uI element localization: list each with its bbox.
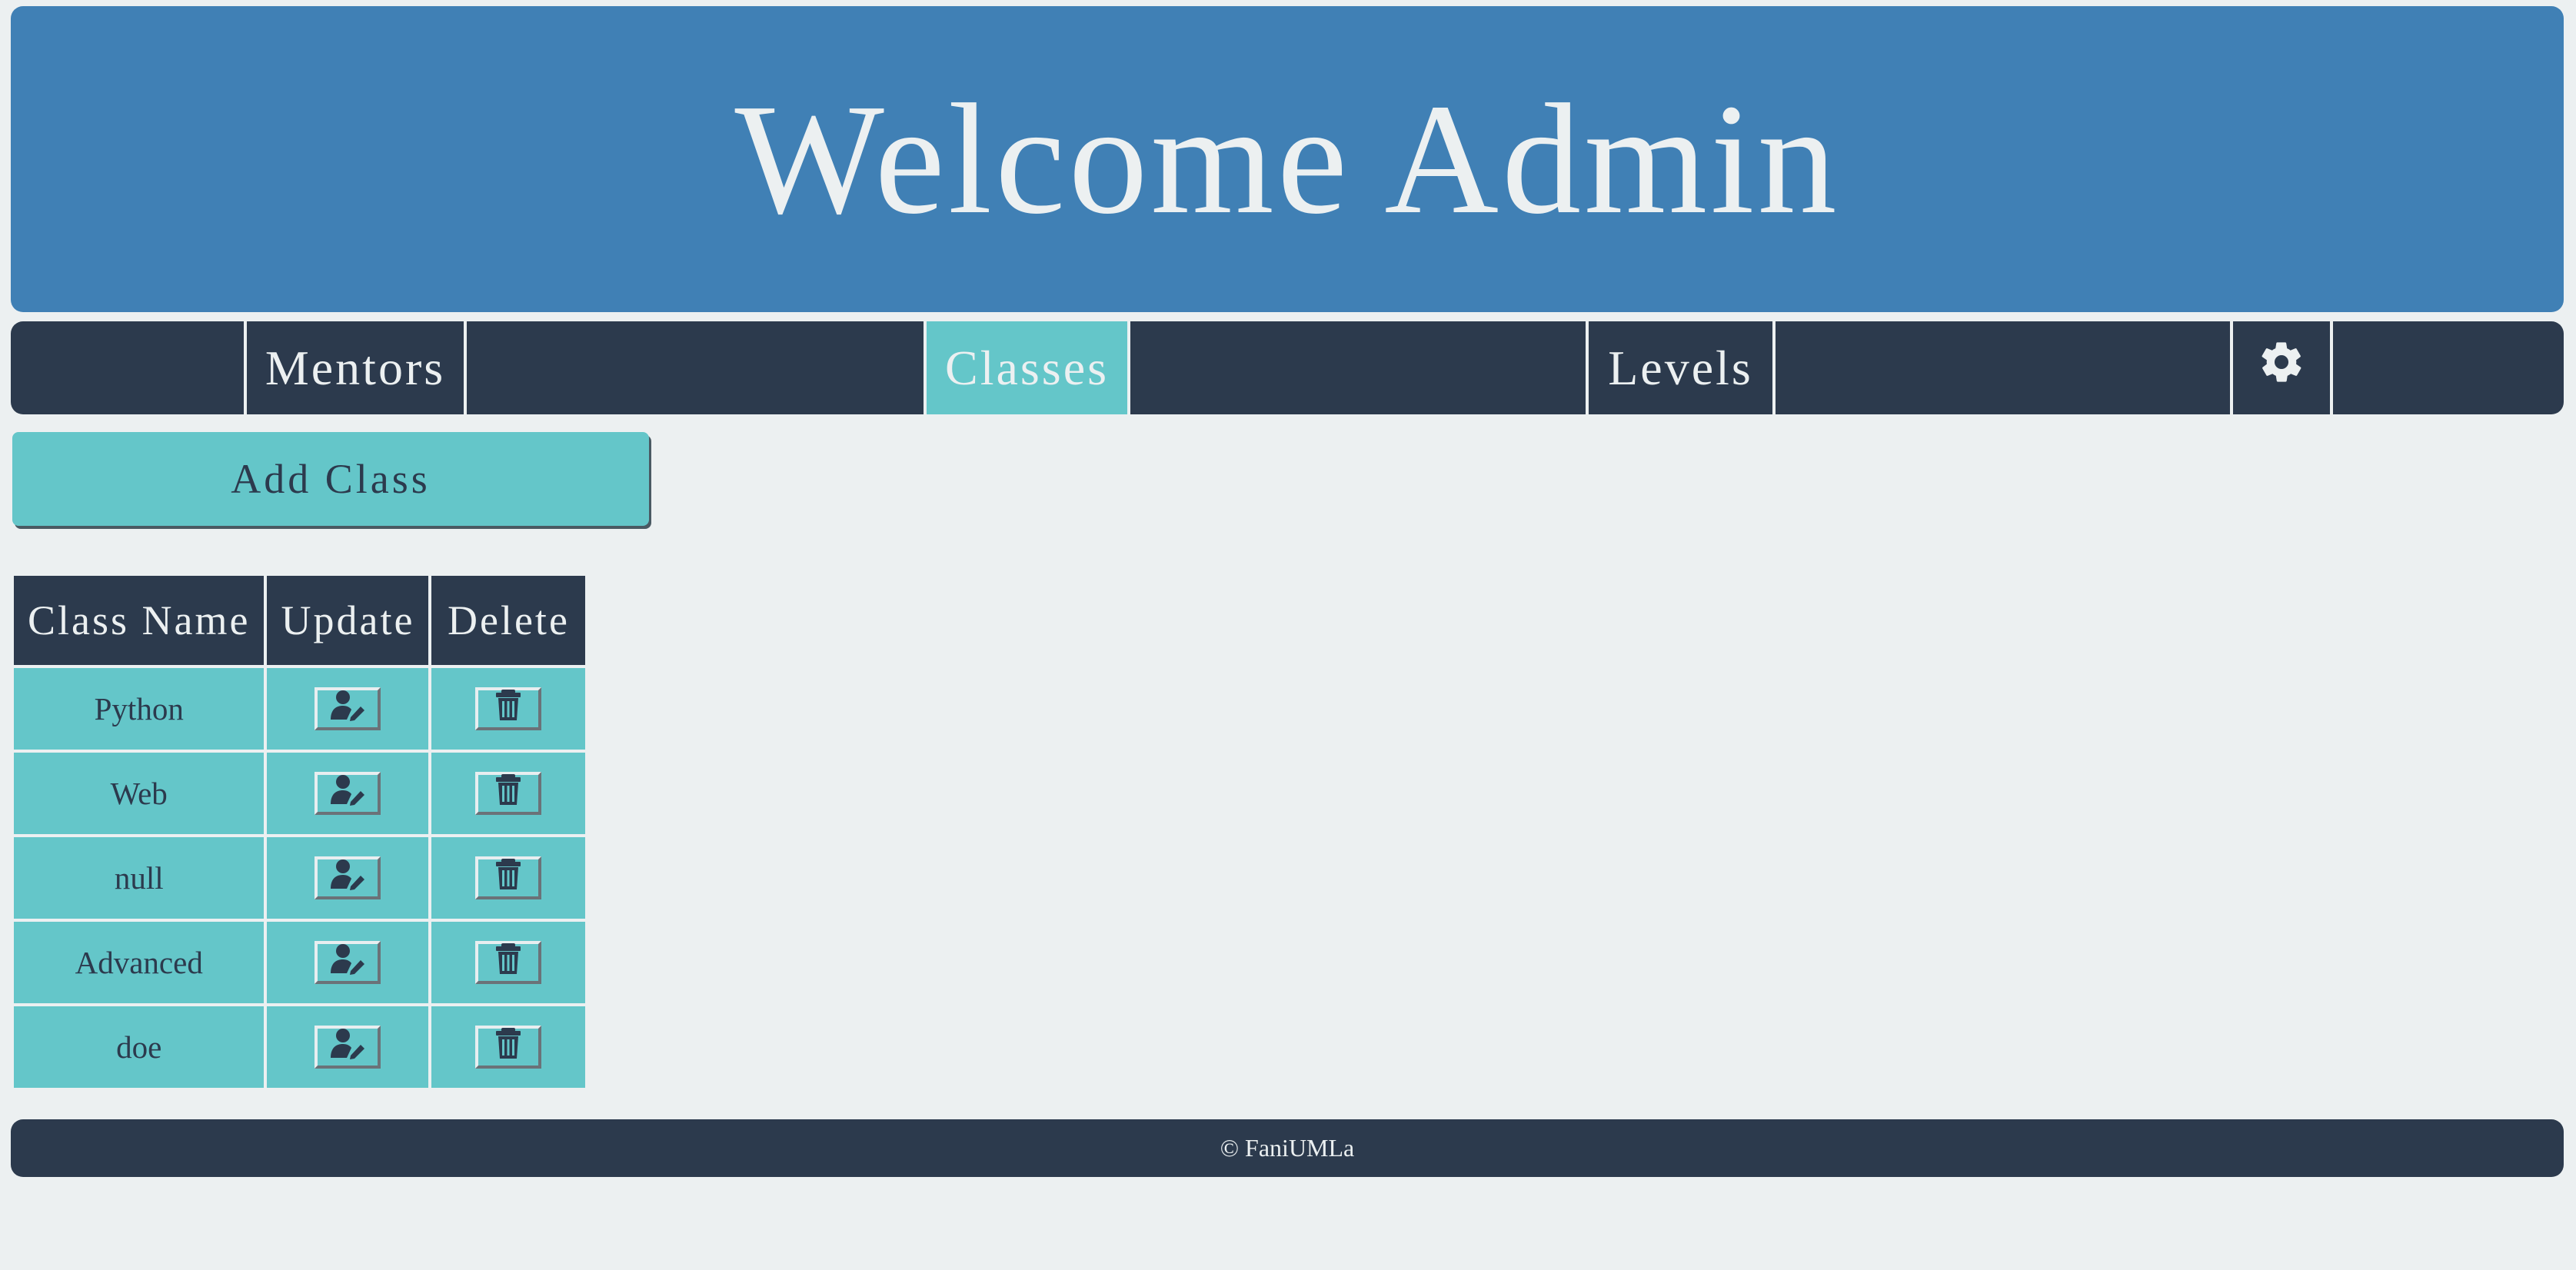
user-edit-icon bbox=[330, 943, 365, 982]
table-header-row: Class Name Update Delete bbox=[14, 576, 586, 665]
trash-icon bbox=[491, 773, 526, 813]
nav-item-levels[interactable]: Levels bbox=[1586, 321, 1776, 414]
update-button[interactable] bbox=[315, 941, 381, 985]
update-button[interactable] bbox=[315, 687, 381, 731]
column-header-delete: Delete bbox=[431, 576, 586, 665]
table-row: doe bbox=[14, 1006, 586, 1088]
settings-button[interactable] bbox=[2230, 321, 2333, 414]
delete-button[interactable] bbox=[475, 941, 542, 985]
update-cell bbox=[267, 668, 429, 750]
update-cell bbox=[267, 922, 429, 1003]
nav-item-mentors[interactable]: Mentors bbox=[244, 321, 467, 414]
delete-cell bbox=[431, 753, 586, 834]
update-button[interactable] bbox=[315, 856, 381, 900]
classes-table: Class Name Update Delete Python Web null… bbox=[11, 573, 588, 1091]
user-edit-icon bbox=[330, 689, 365, 729]
nav-bar: Mentors Classes Levels bbox=[11, 321, 2564, 414]
page-title: Welcome Admin bbox=[734, 71, 1840, 247]
nav-item-classes[interactable]: Classes bbox=[924, 321, 1130, 414]
footer: © FaniUMLa bbox=[11, 1119, 2564, 1177]
delete-cell bbox=[431, 922, 586, 1003]
footer-copyright: © FaniUMLa bbox=[1220, 1134, 1355, 1162]
delete-cell bbox=[431, 837, 586, 919]
user-edit-icon bbox=[330, 858, 365, 898]
table-row: Advanced bbox=[14, 922, 586, 1003]
user-edit-icon bbox=[330, 1027, 365, 1067]
table-row: Python bbox=[14, 668, 586, 750]
delete-button[interactable] bbox=[475, 1026, 542, 1069]
trash-icon bbox=[491, 858, 526, 898]
update-cell bbox=[267, 753, 429, 834]
table-row: Web bbox=[14, 753, 586, 834]
class-name-cell: Advanced bbox=[14, 922, 265, 1003]
add-class-button[interactable]: Add Class bbox=[12, 432, 649, 526]
header-banner: Welcome Admin bbox=[11, 6, 2564, 312]
trash-icon bbox=[491, 1027, 526, 1067]
delete-cell bbox=[431, 1006, 586, 1088]
gear-icon bbox=[2258, 338, 2305, 398]
class-name-cell: Python bbox=[14, 668, 265, 750]
class-name-cell: null bbox=[14, 837, 265, 919]
user-edit-icon bbox=[330, 773, 365, 813]
trash-icon bbox=[491, 943, 526, 982]
class-name-cell: doe bbox=[14, 1006, 265, 1088]
trash-icon bbox=[491, 689, 526, 729]
update-button[interactable] bbox=[315, 1026, 381, 1069]
delete-button[interactable] bbox=[475, 772, 542, 816]
update-button[interactable] bbox=[315, 772, 381, 816]
column-header-class-name: Class Name bbox=[14, 576, 265, 665]
update-cell bbox=[267, 837, 429, 919]
delete-button[interactable] bbox=[475, 856, 542, 900]
delete-cell bbox=[431, 668, 586, 750]
table-row: null bbox=[14, 837, 586, 919]
delete-button[interactable] bbox=[475, 687, 542, 731]
update-cell bbox=[267, 1006, 429, 1088]
class-name-cell: Web bbox=[14, 753, 265, 834]
column-header-update: Update bbox=[267, 576, 429, 665]
